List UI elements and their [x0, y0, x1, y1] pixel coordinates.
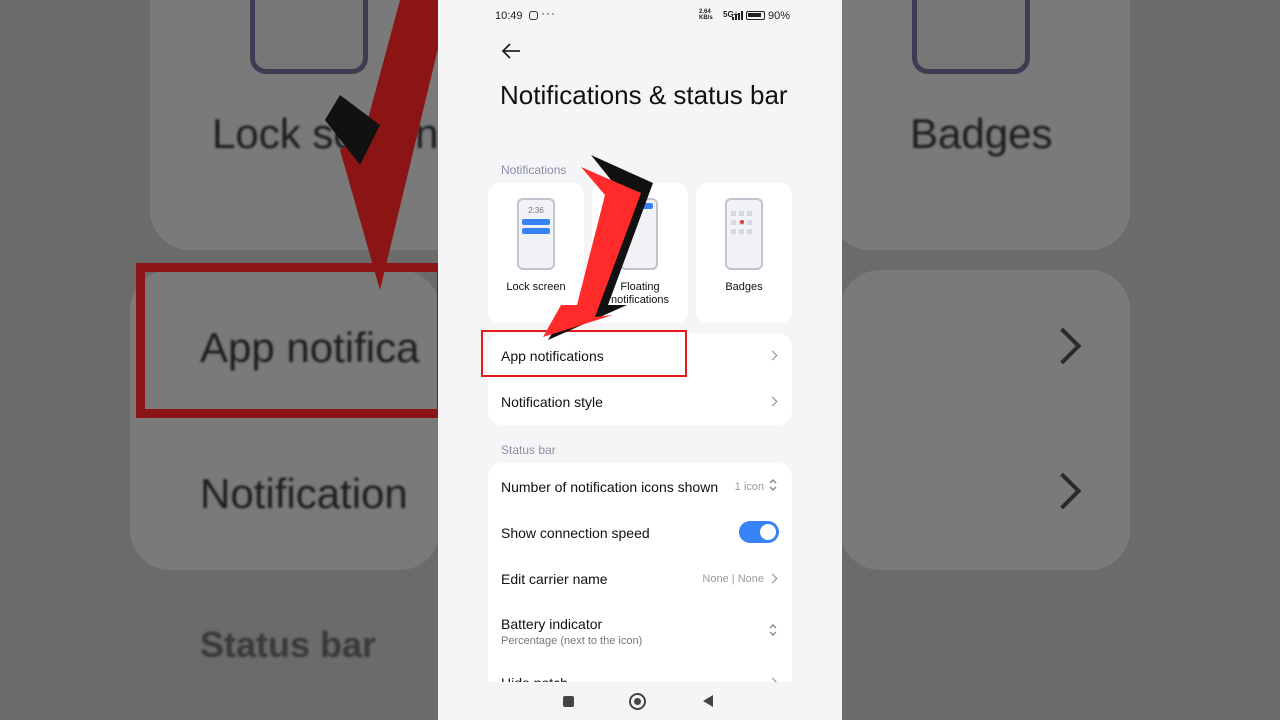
app-grid-icon [731, 211, 752, 234]
tile-badges[interactable]: Badges [696, 183, 792, 323]
bg-app-notifications-text: App notifica [200, 324, 420, 371]
bg-arrow-icon [325, 0, 440, 290]
notification-style-row[interactable]: Notification style [488, 379, 792, 425]
bg-status-bar-text: Status bar [200, 624, 377, 665]
battery-icon [746, 11, 765, 20]
notification-icons-value: 1 icon [734, 481, 764, 493]
section-status-bar-label: Status bar [501, 443, 556, 457]
badges-preview-icon [725, 198, 763, 270]
recents-button[interactable] [563, 696, 574, 707]
home-button[interactable] [629, 693, 646, 710]
screen: Lock screen Badges App notifica Notifica… [0, 0, 1280, 720]
up-down-icon [769, 624, 777, 636]
notification-icons-row[interactable]: Number of notification icons shown 1 ico… [488, 463, 792, 509]
signal-icon [732, 11, 743, 20]
battery-percent: 90% [768, 10, 791, 22]
status-time: 10:49 [495, 10, 523, 22]
bg-phone-icon-2 [912, 0, 1030, 74]
carrier-name-value: None | None [702, 573, 764, 585]
bg-notification-text: Notification [200, 470, 408, 517]
red-arrow-icon [543, 155, 653, 340]
battery-indicator-row[interactable]: Battery indicator Percentage (next to th… [488, 601, 792, 659]
battery-indicator-sub: Percentage (next to the icon) [501, 635, 643, 647]
notification-icons-label: Number of notification icons shown [501, 479, 719, 495]
chevron-right-icon [767, 573, 778, 584]
navigation-bar [478, 682, 798, 720]
instagram-icon [529, 11, 538, 20]
bg-panel-right-2 [840, 270, 1130, 570]
back-arrow-icon[interactable] [500, 40, 522, 62]
connection-speed-label: Show connection speed [501, 525, 650, 541]
connection-speed-toggle[interactable] [739, 521, 779, 543]
battery-indicator-label: Battery indicator [501, 616, 603, 632]
back-button[interactable] [703, 695, 713, 707]
status-bar: 10:49 ··· 2.64 KB/s 5G+ 90% [438, 0, 842, 32]
bg-badges-text: Badges [910, 110, 1053, 157]
chevron-right-icon [767, 350, 778, 361]
tile-label-badges: Badges [725, 281, 763, 293]
network-speed: 2.64 KB/s [699, 9, 713, 21]
more-dots-icon: ··· [541, 6, 556, 20]
up-down-icon [769, 479, 777, 491]
status-bar-settings-card: Number of notification icons shown 1 ico… [488, 463, 792, 703]
carrier-name-label: Edit carrier name [501, 571, 608, 587]
network-speed-unit: KB/s [699, 15, 713, 21]
connection-speed-row[interactable]: Show connection speed [488, 509, 792, 555]
notification-style-label: Notification style [501, 394, 603, 410]
carrier-name-row[interactable]: Edit carrier name None | None [488, 555, 792, 601]
phone-screen: 10:49 ··· 2.64 KB/s 5G+ 90% Notification… [438, 0, 842, 720]
chevron-right-icon [767, 396, 778, 407]
page-title: Notifications & status bar [500, 80, 788, 110]
